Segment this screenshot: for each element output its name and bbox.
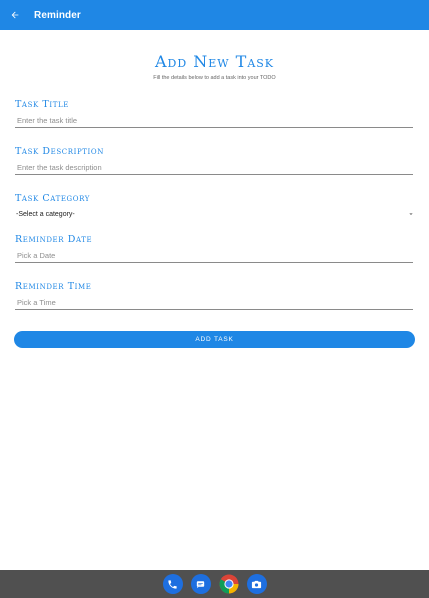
add-task-form: Add New Task Fill the details below to a…: [0, 30, 429, 570]
reminder-date-label: Reminder Date: [15, 234, 93, 245]
task-title-input[interactable]: Enter the task title: [15, 114, 413, 128]
reminder-date-placeholder: Pick a Date: [17, 251, 56, 260]
task-title-label: Task Title: [15, 99, 69, 110]
app-bar: Reminder: [0, 0, 429, 30]
reminder-date-input[interactable]: Pick a Date: [15, 249, 413, 263]
page-subtitle: Fill the details below to add a task int…: [153, 75, 276, 81]
arrow-back-icon: [11, 11, 19, 19]
task-description-placeholder: Enter the task description: [17, 163, 102, 172]
page-title: Add New Task: [154, 52, 275, 71]
task-category-label: Task Category: [15, 193, 90, 204]
task-description-label: Task Description: [15, 146, 104, 157]
reminder-time-input[interactable]: Pick a Time: [15, 296, 413, 310]
messages-icon[interactable]: [190, 574, 211, 594]
add-task-button[interactable]: Add Task: [14, 331, 415, 348]
task-title-placeholder: Enter the task title: [17, 116, 78, 125]
camera-icon[interactable]: [246, 574, 267, 594]
task-category-value: -Select a category-: [16, 210, 75, 218]
task-description-input[interactable]: Enter the task description: [15, 161, 413, 175]
chrome-icon[interactable]: [219, 574, 239, 594]
back-button[interactable]: [0, 0, 34, 30]
app-bar-title: Reminder: [34, 9, 81, 21]
task-category-select[interactable]: -Select a category-: [15, 208, 415, 220]
phone-icon[interactable]: [162, 574, 183, 594]
system-dock: [0, 570, 429, 598]
arrow-drop-down-icon: [407, 210, 415, 218]
reminder-time-placeholder: Pick a Time: [17, 298, 56, 307]
reminder-time-label: Reminder Time: [15, 281, 92, 292]
